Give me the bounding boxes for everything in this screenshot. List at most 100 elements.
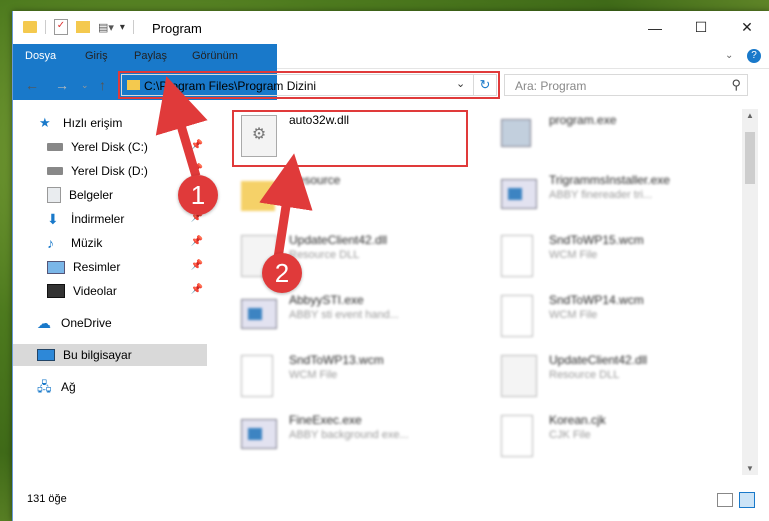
ribbon-tabs: Dosya Giriş Paylaş Görünüm ⌄ ?	[13, 44, 769, 100]
customize-icon[interactable]: ▤▾	[98, 21, 114, 34]
search-box[interactable]: Ara: Program ⚲	[504, 74, 748, 96]
scroll-thumb[interactable]	[745, 132, 755, 184]
folder-icon	[241, 181, 275, 211]
title-bar: ✓ ▤▾ ▾ Program — ☐ ✕	[13, 11, 769, 44]
cloud-icon: ☁	[37, 315, 51, 331]
vertical-scrollbar[interactable]: ▲ ▼	[742, 109, 758, 475]
recent-locations-icon[interactable]: ⌄	[81, 80, 89, 91]
sidebar-item-local-disk-d[interactable]: Yerel Disk (D:) 📌	[13, 160, 207, 182]
sidebar-item-downloads[interactable]: ⬇ İndirmeler 📌	[13, 208, 207, 230]
sidebar-item-onedrive[interactable]: ☁ OneDrive	[13, 312, 207, 334]
computer-icon	[37, 349, 55, 361]
address-highlight	[118, 71, 500, 99]
details-view-icon[interactable]	[717, 493, 733, 507]
star-icon: ★	[39, 115, 51, 130]
explorer-window: ✓ ▤▾ ▾ Program — ☐ ✕ Dosya Giriş Paylaş …	[12, 11, 769, 521]
file-name: Korean.cjk	[549, 413, 606, 427]
step-badge-2: 2	[262, 253, 302, 293]
file-description: WCM File	[289, 369, 338, 381]
file-name: SndToWP14.wcm	[549, 293, 644, 307]
sidebar-item-quick-access[interactable]: ★ Hızlı erişim	[13, 112, 207, 134]
file-item-resource[interactable]: Resource	[219, 169, 459, 225]
file-icon	[501, 415, 533, 457]
properties-icon[interactable]: ✓	[54, 19, 68, 35]
file-name: program.exe	[549, 113, 617, 127]
maximize-button[interactable]: ☐	[678, 11, 724, 44]
pin-icon[interactable]: 📌	[191, 284, 203, 295]
tab-view[interactable]: Görünüm	[192, 44, 238, 68]
search-placeholder: Ara: Program	[515, 79, 587, 93]
tab-home[interactable]: Giriş	[85, 44, 108, 68]
folder-icon[interactable]	[23, 21, 37, 33]
help-icon[interactable]: ?	[747, 49, 761, 63]
file-item-korean[interactable]: Korean.cjk CJK File	[479, 409, 719, 465]
quick-access-toolbar: ✓ ▤▾ ▾	[23, 19, 134, 35]
minimize-button[interactable]: —	[632, 11, 678, 44]
scroll-up-icon[interactable]: ▲	[746, 111, 754, 120]
network-icon: 🖧	[37, 379, 52, 394]
file-description: CJK File	[549, 429, 591, 441]
close-button[interactable]: ✕	[724, 11, 769, 44]
file-name: FineExec.exe	[289, 413, 362, 427]
sidebar-item-label: Müzik	[71, 236, 103, 250]
sidebar-item-this-pc[interactable]: Bu bilgisayar	[13, 344, 207, 366]
exe-icon	[501, 119, 531, 147]
sidebar-item-network[interactable]: 🖧 Ağ	[13, 376, 207, 398]
sidebar-item-label: Ağ	[61, 380, 76, 394]
forward-icon[interactable]: →	[55, 77, 69, 93]
sidebar-item-videos[interactable]: Videolar 📌	[13, 280, 207, 302]
sidebar-item-pictures[interactable]: Resimler 📌	[13, 256, 207, 278]
drive-icon	[47, 167, 63, 175]
pin-icon[interactable]: 📌	[191, 260, 203, 271]
file-name: TrigrammsInstaller.exe	[549, 173, 670, 187]
tab-share[interactable]: Paylaş	[134, 44, 167, 68]
file-item-sndtowp14[interactable]: SndToWP14.wcm WCM File	[479, 289, 719, 345]
large-icons-view-icon[interactable]	[739, 492, 755, 508]
file-item-updateclient[interactable]: UpdateClient42.dll Resource DLL	[219, 229, 459, 285]
file-name: SndToWP15.wcm	[549, 233, 644, 247]
sidebar-item-local-disk-c[interactable]: Yerel Disk (C:) 📌	[13, 136, 207, 158]
sidebar-item-music[interactable]: ♪ Müzik 📌	[13, 232, 207, 254]
scroll-down-icon[interactable]: ▼	[746, 464, 754, 473]
file-name: UpdateClient42.dll	[549, 353, 648, 367]
file-item-abbyysti[interactable]: AbbyySTI.exe ABBY sti event hand...	[219, 289, 459, 345]
drive-icon	[47, 143, 63, 151]
file-item-trigramms[interactable]: TrigrammsInstaller.exe ABBY finereader t…	[479, 169, 719, 225]
sidebar-item-label: İndirmeler	[71, 212, 125, 226]
file-item-fineexec[interactable]: FineExec.exe ABBY background exe...	[219, 409, 459, 465]
file-item-sndtowp13[interactable]: SndToWP13.wcm WCM File	[219, 349, 459, 405]
file-item-program-exe[interactable]: program.exe	[479, 109, 719, 165]
expand-ribbon-icon[interactable]: ⌄	[725, 44, 733, 68]
sidebar-item-label: OneDrive	[61, 316, 112, 330]
file-name: AbbyySTI.exe	[289, 293, 364, 307]
file-description: ABBY sti event hand...	[289, 309, 399, 321]
back-icon[interactable]: ←	[25, 77, 39, 93]
sidebar-item-label: Yerel Disk (C:)	[71, 140, 148, 154]
exe-icon	[241, 299, 277, 329]
document-icon	[47, 187, 61, 203]
file-item-updateclient-2[interactable]: UpdateClient42.dll Resource DLL	[479, 349, 719, 405]
sidebar-item-label: Resimler	[73, 260, 121, 274]
pin-icon[interactable]: 📌	[191, 164, 203, 175]
dropdown-icon[interactable]: ▾	[120, 22, 125, 33]
new-folder-icon[interactable]	[76, 21, 90, 33]
search-icon[interactable]: ⚲	[731, 77, 741, 93]
file-description: ABBY finereader tri...	[549, 189, 653, 201]
status-bar: 131 öğe	[13, 489, 769, 511]
file-item-sndtowp15[interactable]: SndToWP15.wcm WCM File	[479, 229, 719, 285]
up-icon[interactable]: ↑	[99, 77, 106, 93]
exe-icon	[241, 419, 277, 449]
download-icon: ⬇	[47, 211, 59, 227]
file-description: Resource DLL	[549, 369, 620, 381]
file-icon	[501, 235, 533, 277]
file-name: SndToWP13.wcm	[289, 353, 384, 367]
file-description: Resource DLL	[289, 249, 360, 261]
file-icon	[241, 355, 273, 397]
pin-icon[interactable]: 📌	[191, 140, 203, 151]
picture-icon	[47, 260, 65, 274]
pin-icon[interactable]: 📌	[191, 236, 203, 247]
item-count: 131 öğe	[27, 493, 67, 505]
file-highlight	[232, 110, 468, 167]
window-title: Program	[152, 21, 202, 36]
file-description: ABBY background exe...	[289, 429, 409, 441]
